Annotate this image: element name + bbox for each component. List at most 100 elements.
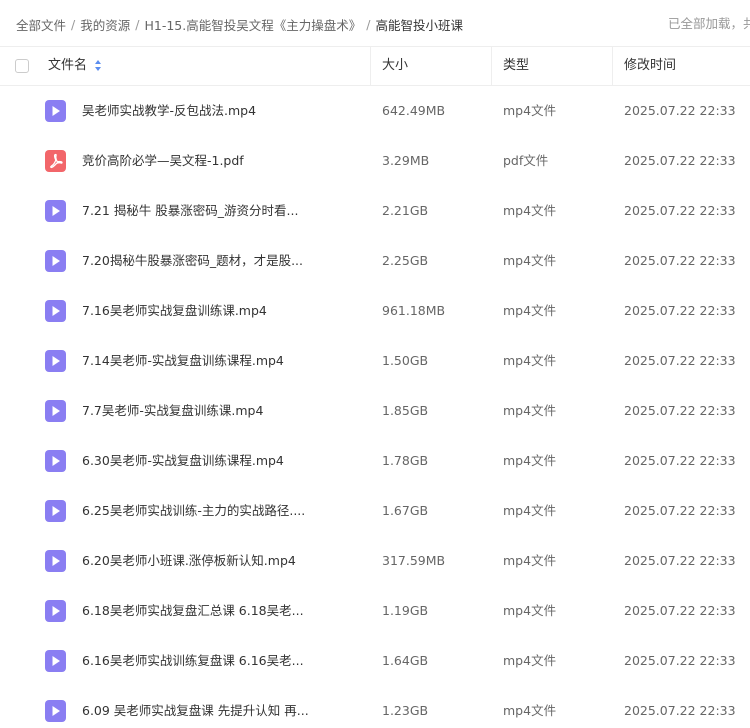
file-row[interactable]: 7.7吴老师-实战复盘训练课.mp4 1.85GB mp4文件 2025.07.22 …	[0, 386, 750, 436]
file-size: 1.50GB	[382, 353, 429, 368]
file-size: 3.29MB	[382, 153, 430, 168]
file-name[interactable]: 6.18吴老师实战复盘汇总课 6.18吴老...	[82, 586, 367, 636]
file-name[interactable]: 6.09 吴老师实战复盘课 先提升认知 再...	[82, 686, 367, 728]
file-size: 1.64GB	[382, 653, 429, 668]
file-modified-time: 2025.07.22 22:33	[624, 253, 736, 268]
video-file-icon	[45, 600, 66, 622]
file-size: 961.18MB	[382, 303, 446, 318]
file-row[interactable]: 竞价高阶必学—吴文程-1.pdf 3.29MB pdf文件 2025.07.22 22…	[0, 136, 750, 186]
video-file-icon	[45, 550, 66, 572]
file-row[interactable]: 吴老师实战教学-反包战法.mp4 642.49MB mp4文件 2025.07.22 …	[0, 86, 750, 136]
file-name[interactable]: 6.30吴老师-实战复盘训练课程.mp4	[82, 436, 367, 486]
file-type: mp4文件	[503, 203, 557, 218]
file-name[interactable]: 6.25吴老师实战训练-主力的实战路径....	[82, 486, 367, 536]
file-name[interactable]: 吴老师实战教学-反包战法.mp4	[82, 86, 367, 136]
file-modified-time: 2025.07.22 22:33	[624, 353, 736, 368]
file-modified-time: 2025.07.22 22:33	[624, 403, 736, 418]
column-divider[interactable]	[612, 47, 613, 85]
breadcrumb-separator: /	[71, 16, 76, 32]
file-modified-time: 2025.07.22 22:33	[624, 603, 736, 618]
file-name[interactable]: 6.16吴老师实战训练复盘课 6.16吴老...	[82, 636, 367, 686]
file-manager-page: 全部文件 / 我的资源 / H1-15.高能智投吴文程《主力操盘术》 / 高能智…	[0, 0, 750, 728]
file-row[interactable]: 7.14吴老师-实战复盘训练课程.mp4 1.50GB mp4文件 2025.07.2…	[0, 336, 750, 386]
file-name[interactable]: 7.21 揭秘牛 股暴涨密码_游资分时看...	[82, 186, 367, 236]
video-file-icon	[45, 300, 66, 322]
file-modified-time: 2025.07.22 22:33	[624, 653, 736, 668]
breadcrumb-separator: /	[135, 16, 140, 32]
file-name[interactable]: 7.7吴老师-实战复盘训练课.mp4	[82, 386, 367, 436]
file-modified-time: 2025.07.22 22:33	[624, 703, 736, 718]
file-row[interactable]: 6.30吴老师-实战复盘训练课程.mp4 1.78GB mp4文件 2025.07.2…	[0, 436, 750, 486]
file-modified-time: 2025.07.22 22:33	[624, 303, 736, 318]
file-row[interactable]: 6.20吴老师小班课.涨停板新认知.mp4 317.59MB mp4文件 2025.0…	[0, 536, 750, 586]
video-file-icon	[45, 450, 66, 472]
file-list: 吴老师实战教学-反包战法.mp4 642.49MB mp4文件 2025.07.22 …	[0, 86, 750, 728]
file-modified-time: 2025.07.22 22:33	[624, 453, 736, 468]
video-file-icon	[45, 400, 66, 422]
select-all-checkbox[interactable]	[15, 59, 29, 73]
video-file-icon	[45, 200, 66, 222]
file-type: mp4文件	[503, 453, 557, 468]
breadcrumb: 全部文件 / 我的资源 / H1-15.高能智投吴文程《主力操盘术》 / 高能智…	[16, 0, 666, 48]
file-name[interactable]: 7.14吴老师-实战复盘训练课程.mp4	[82, 336, 367, 386]
file-modified-time: 2025.07.22 22:33	[624, 553, 736, 568]
table-header: 文件名 大小 类型 修改时间	[0, 46, 750, 86]
file-type: mp4文件	[503, 253, 557, 268]
breadcrumb-parent-folder[interactable]: H1-15.高能智投吴文程《主力操盘术》	[144, 15, 361, 34]
breadcrumb-my-resources[interactable]: 我的资源	[80, 15, 130, 34]
file-size: 2.25GB	[382, 253, 429, 268]
file-size: 1.23GB	[382, 703, 429, 718]
video-file-icon	[45, 500, 66, 522]
video-file-icon	[45, 650, 66, 672]
file-type: mp4文件	[503, 653, 557, 668]
file-name[interactable]: 6.20吴老师小班课.涨停板新认知.mp4	[82, 536, 367, 586]
file-type: mp4文件	[503, 503, 557, 518]
file-type: mp4文件	[503, 353, 557, 368]
file-modified-time: 2025.07.22 22:33	[624, 103, 736, 118]
column-divider[interactable]	[370, 47, 371, 85]
file-size: 2.21GB	[382, 203, 429, 218]
file-size: 1.67GB	[382, 503, 429, 518]
file-size: 317.59MB	[382, 553, 446, 568]
column-header-modified[interactable]: 修改时间	[624, 47, 676, 85]
file-size: 1.19GB	[382, 603, 429, 618]
sort-icon[interactable]	[95, 59, 102, 72]
file-size: 1.78GB	[382, 453, 429, 468]
video-file-icon	[45, 350, 66, 372]
load-status: 已全部加载，共	[668, 16, 750, 31]
file-row[interactable]: 7.21 揭秘牛 股暴涨密码_游资分时看... 2.21GB mp4文件 2025.0…	[0, 186, 750, 236]
pdf-file-icon	[45, 150, 66, 172]
file-type: mp4文件	[503, 603, 557, 618]
breadcrumb-current-folder: 高能智投小班课	[375, 17, 463, 33]
file-row[interactable]: 6.09 吴老师实战复盘课 先提升认知 再... 1.23GB mp4文件 2025.…	[0, 686, 750, 728]
column-header-type[interactable]: 类型	[503, 47, 529, 85]
file-modified-time: 2025.07.22 22:33	[624, 153, 736, 168]
breadcrumb-separator: /	[366, 16, 371, 32]
file-row[interactable]: 6.16吴老师实战训练复盘课 6.16吴老... 1.64GB mp4文件 2025.…	[0, 636, 750, 686]
file-name[interactable]: 7.20揭秘牛股暴涨密码_题材，才是股...	[82, 236, 367, 286]
video-file-icon	[45, 250, 66, 272]
file-modified-time: 2025.07.22 22:33	[624, 203, 736, 218]
file-size: 1.85GB	[382, 403, 429, 418]
video-file-icon	[45, 700, 66, 722]
column-divider[interactable]	[491, 47, 492, 85]
file-row[interactable]: 7.20揭秘牛股暴涨密码_题材，才是股... 2.25GB mp4文件 2025.07…	[0, 236, 750, 286]
video-file-icon	[45, 100, 66, 122]
file-type: mp4文件	[503, 703, 557, 718]
column-header-name-label: 文件名	[48, 58, 88, 73]
file-name[interactable]: 7.16吴老师实战复盘训练课.mp4	[82, 286, 367, 336]
file-type: pdf文件	[503, 153, 549, 168]
file-type: mp4文件	[503, 403, 557, 418]
file-name[interactable]: 竞价高阶必学—吴文程-1.pdf	[82, 136, 367, 186]
file-row[interactable]: 6.18吴老师实战复盘汇总课 6.18吴老... 1.19GB mp4文件 2025.…	[0, 586, 750, 636]
file-row[interactable]: 7.16吴老师实战复盘训练课.mp4 961.18MB mp4文件 2025.07.2…	[0, 286, 750, 336]
file-row[interactable]: 6.25吴老师实战训练-主力的实战路径.... 1.67GB mp4文件 2025.0…	[0, 486, 750, 536]
file-type: mp4文件	[503, 303, 557, 318]
breadcrumb-all-files[interactable]: 全部文件	[16, 15, 66, 34]
column-header-size[interactable]: 大小	[382, 47, 408, 85]
column-header-name[interactable]: 文件名	[48, 47, 102, 85]
file-type: mp4文件	[503, 553, 557, 568]
file-type: mp4文件	[503, 103, 557, 118]
file-size: 642.49MB	[382, 103, 446, 118]
file-modified-time: 2025.07.22 22:33	[624, 503, 736, 518]
